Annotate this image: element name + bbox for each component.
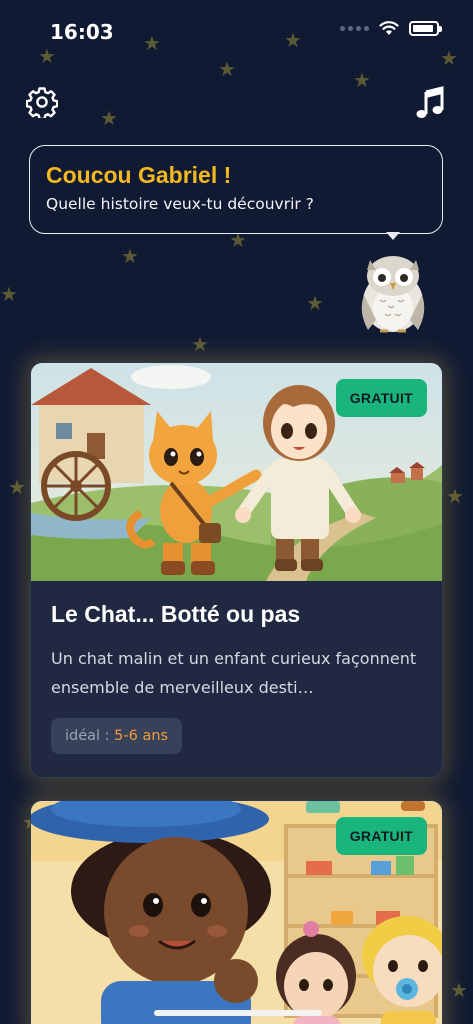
battery-icon	[409, 20, 442, 36]
music-button[interactable]	[415, 86, 445, 120]
star-icon: ★	[0, 282, 18, 306]
star-icon: ★	[8, 475, 26, 499]
star-icon: ★	[121, 244, 139, 268]
status-bar: 16:03	[0, 0, 473, 60]
free-badge: GRATUIT	[335, 817, 427, 855]
greeting-subtitle: Quelle histoire veux-tu découvrir ?	[46, 195, 314, 213]
signal-icon	[340, 25, 369, 31]
star-icon: ★	[446, 484, 464, 508]
age-chip: idéal : 5-6 ans	[51, 718, 183, 754]
wifi-icon	[379, 21, 399, 35]
gear-icon	[25, 87, 59, 121]
free-badge: GRATUIT	[335, 379, 427, 417]
star-icon: ★	[191, 332, 209, 356]
settings-button[interactable]	[25, 86, 59, 121]
story-card[interactable]: GRATUIT Le Chat... Botté ou pas Un chat …	[30, 362, 443, 778]
status-time: 16:03	[50, 20, 114, 44]
bubble-tail	[386, 232, 400, 240]
story-title: Le Chat... Botté ou pas	[51, 601, 301, 627]
story-card[interactable]: GRATUIT	[30, 800, 443, 1024]
greeting-bubble: Coucou Gabriel ! Quelle histoire veux-tu…	[29, 145, 443, 234]
star-icon: ★	[100, 106, 118, 130]
age-label: idéal :	[65, 728, 115, 744]
story-description: Un chat malin et un enfant curieux façon…	[51, 649, 417, 697]
status-icons	[340, 20, 442, 36]
music-note-icon	[416, 86, 444, 118]
star-icon: ★	[353, 68, 371, 92]
home-indicator[interactable]	[154, 1010, 322, 1016]
star-icon: ★	[306, 291, 324, 315]
owl-mascot	[361, 256, 425, 333]
age-value: 5-6 ans	[114, 728, 169, 744]
star-icon: ★	[218, 57, 236, 81]
greeting-title: Coucou Gabriel !	[46, 162, 232, 188]
star-icon: ★	[450, 978, 468, 1002]
story-illustration: GRATUIT	[31, 363, 442, 581]
story-illustration: GRATUIT	[31, 801, 442, 1024]
story-card-body: Le Chat... Botté ou pas Un chat malin et…	[31, 581, 442, 754]
